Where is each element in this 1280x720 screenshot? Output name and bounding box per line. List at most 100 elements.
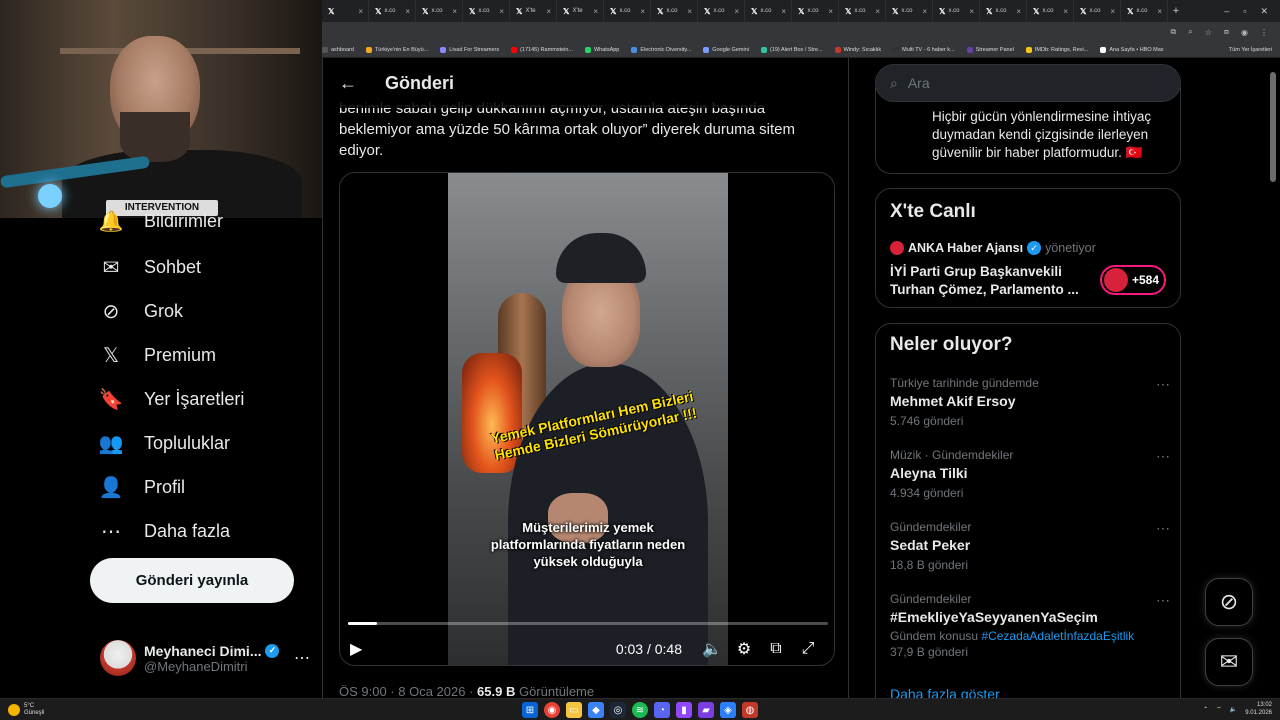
nav-item-bookmark[interactable]: 🔖 Yer İşaretleri: [98, 386, 245, 412]
browser-tab[interactable]: 𝕏x.co ×: [792, 0, 839, 22]
video-frame[interactable]: Yemek Platformları Hem Bizleri Hemde Biz…: [448, 173, 728, 665]
bookmark-item[interactable]: Streamer Panel: [966, 46, 1014, 53]
browser-tab[interactable]: 𝕏x.co ×: [1027, 0, 1074, 22]
browser-tab[interactable]: 𝕏x.co ×: [651, 0, 698, 22]
bookmark-item[interactable]: Google Gemini: [703, 46, 749, 53]
post-timestamp[interactable]: ÖS 9:00 · 8 Oca 2026 ·: [339, 684, 477, 698]
account-switcher[interactable]: Meyhaneci Dimi... ✓ @MeyhaneDimitri ⋯: [100, 636, 310, 680]
discord-icon[interactable]: ◔: [654, 702, 670, 718]
browser-tab[interactable]: 𝕏x.co ×: [416, 0, 463, 22]
trend-item[interactable]: Gündemdekiler #EmekliyeYaSeyyanenYaSeçim G…: [890, 592, 1170, 659]
twitch-icon[interactable]: ▮: [676, 702, 692, 718]
app-icon-2[interactable]: ◈: [720, 702, 736, 718]
browser-tab[interactable]: 𝕏x.co ×: [1121, 0, 1168, 22]
trend-item[interactable]: Gündemdekiler Sedat Peker 18,8 B gönderi ⋯: [890, 520, 1170, 572]
grok-fab-icon[interactable]: ⊘: [1205, 578, 1253, 626]
profile-avatar-icon[interactable]: ◉: [1241, 28, 1248, 37]
browser-tab[interactable]: 𝕏x.co ×: [1074, 0, 1121, 22]
translate-icon[interactable]: ⧉: [1171, 27, 1177, 37]
tab-close-icon[interactable]: ×: [1063, 7, 1068, 16]
play-icon[interactable]: ▶: [350, 639, 374, 659]
browser-tab[interactable]: 𝕏x.co ×: [369, 0, 416, 22]
tab-close-icon[interactable]: ×: [1110, 7, 1115, 16]
tab-close-icon[interactable]: ×: [1016, 7, 1021, 16]
menu-icon[interactable]: ⋮: [1260, 28, 1268, 37]
back-arrow-icon[interactable]: ←: [339, 73, 359, 94]
trend-item[interactable]: Türkiye tarihinde gündemde Mehmet Akif Er…: [890, 376, 1170, 428]
show-more-link[interactable]: Daha fazla göster: [890, 686, 1000, 698]
bookmark-item[interactable]: Livad For Streamers: [440, 46, 499, 53]
tab-close-icon[interactable]: ×: [640, 7, 645, 16]
bookmark-item[interactable]: IMDb: Ratings, Revi...: [1025, 46, 1088, 53]
browser-tab[interactable]: 𝕏x.co ×: [933, 0, 980, 22]
tab-close-icon[interactable]: ×: [734, 7, 739, 16]
app-icon[interactable]: ◆: [588, 702, 604, 718]
browser-tab[interactable]: 𝕏x.co ×: [886, 0, 933, 22]
tab-close-icon[interactable]: ×: [452, 7, 457, 16]
trend-item[interactable]: Müzik · Gündemdekiler Aleyna Tilki 4.934 g…: [890, 448, 1170, 500]
bookmark-item[interactable]: (17145) Rammstein...: [511, 46, 573, 53]
steam-icon[interactable]: ◎: [610, 702, 626, 718]
star-icon[interactable]: ☆: [1205, 28, 1212, 37]
spotify-icon[interactable]: ≋: [632, 702, 648, 718]
browser-tab[interactable]: 𝕏 X'te ×: [510, 0, 557, 22]
trend-more-options-icon[interactable]: ⋯: [1156, 448, 1170, 465]
video-progress-bar[interactable]: [348, 622, 828, 625]
nav-item-communities[interactable]: 👥 Topluluklar: [98, 430, 231, 456]
bookmark-item[interactable]: WhatsApp: [584, 46, 619, 53]
fullscreen-icon[interactable]: ⤢: [792, 640, 824, 658]
bookmark-item[interactable]: ashboard: [322, 46, 354, 53]
browser-tab[interactable]: 𝕏 X'te ×: [557, 0, 604, 22]
browser-tab[interactable]: 𝕏x.co ×: [698, 0, 745, 22]
nav-item-x-logo[interactable]: 𝕏 Premium: [98, 342, 216, 368]
trend-more-options-icon[interactable]: ⋯: [1156, 376, 1170, 393]
live-spaces-card[interactable]: X'te Canlı ANKA Haber Ajansı ✓ yönetiyor…: [875, 188, 1181, 308]
minimize-icon[interactable]: –: [1224, 6, 1229, 17]
streaming-app-icon[interactable]: ▰: [698, 702, 714, 718]
network-icon[interactable]: ⌔: [1216, 705, 1222, 713]
search-input[interactable]: ⌕ Ara: [875, 64, 1181, 102]
maximize-icon[interactable]: ▫: [1243, 6, 1246, 17]
live-listeners-badge[interactable]: +584: [1100, 265, 1166, 295]
post-button[interactable]: Gönderi yayınla: [90, 558, 294, 603]
more-options-icon[interactable]: ⋯: [294, 648, 310, 668]
nav-item-bell[interactable]: 🔔 Bildirimler: [98, 208, 223, 234]
tab-close-icon[interactable]: ×: [499, 7, 504, 16]
windows-start-icon[interactable]: ⊞: [522, 702, 538, 718]
tab-close-icon[interactable]: ×: [828, 7, 833, 16]
browser-tab[interactable]: 𝕏x.co ×: [745, 0, 792, 22]
tab-close-icon[interactable]: ×: [687, 7, 692, 16]
volume-icon[interactable]: 🔈: [696, 639, 728, 659]
tab-close-icon[interactable]: ×: [358, 7, 363, 16]
nav-item-grok[interactable]: ⊘ Grok: [98, 298, 183, 324]
new-tab-button[interactable]: +: [1168, 5, 1184, 17]
tab-close-icon[interactable]: ×: [1157, 7, 1162, 16]
picture-in-picture-icon[interactable]: ⧉: [760, 640, 792, 658]
trend-topic-link[interactable]: #CezadaAdaletİnfazdaEşitlik: [981, 629, 1134, 643]
trend-more-options-icon[interactable]: ⋯: [1156, 592, 1170, 609]
bookmark-item[interactable]: Multi TV - 6 haber k...: [893, 46, 955, 53]
tab-close-icon[interactable]: ×: [593, 7, 598, 16]
live-space-title[interactable]: İYİ Parti Grup Başkanvekili Turhan Çömez…: [890, 263, 1086, 299]
tray-chevron-icon[interactable]: ⌃: [1203, 706, 1208, 713]
clock[interactable]: 13:02 9.01.2026: [1245, 701, 1272, 717]
nav-item-profile[interactable]: 👤 Profil: [98, 474, 185, 500]
tab-close-icon[interactable]: ×: [922, 7, 927, 16]
page-scrollbar[interactable]: [1270, 72, 1276, 182]
bookmark-item[interactable]: Türkiye'nin En Büyü...: [365, 46, 428, 53]
tab-close-icon[interactable]: ×: [875, 7, 880, 16]
volume-tray-icon[interactable]: 🔈: [1230, 706, 1237, 713]
tab-close-icon[interactable]: ×: [969, 7, 974, 16]
browser-tab[interactable]: 𝕏x.co ×: [839, 0, 886, 22]
chrome-icon[interactable]: ◉: [544, 702, 560, 718]
bookmark-item[interactable]: Ana Sayfa • HBO Max: [1100, 46, 1164, 53]
bookmark-item[interactable]: (19) Alert Box / Stre...: [760, 46, 823, 53]
video-player[interactable]: Yemek Platformları Hem Bizleri Hemde Biz…: [339, 172, 835, 666]
browser-tab[interactable]: 𝕏x.co ×: [463, 0, 510, 22]
tab-close-icon[interactable]: ×: [405, 7, 410, 16]
app-icon-3[interactable]: ◍: [742, 702, 758, 718]
settings-gear-icon[interactable]: ⚙: [728, 639, 760, 659]
bookmark-item[interactable]: Windy: Sıcaklık: [834, 46, 881, 53]
browser-tab[interactable]: 𝕏x.co ×: [980, 0, 1027, 22]
trend-more-options-icon[interactable]: ⋯: [1156, 520, 1170, 537]
